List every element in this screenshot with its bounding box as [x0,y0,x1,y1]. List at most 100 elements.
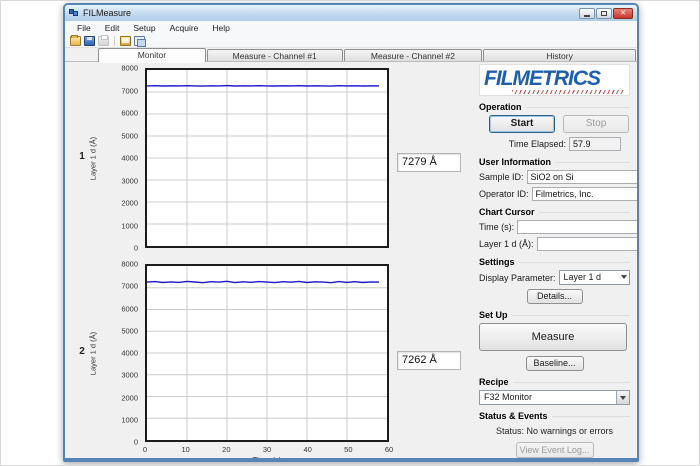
view-event-log-button[interactable]: View Event Log... [516,442,594,458]
y-tick-label: 8000 [121,260,138,269]
cursor-layer-label: Layer 1 d (Å): [479,239,537,249]
x-tick-label: 0 [143,445,147,454]
display-parameter-dropdown[interactable]: Layer 1 d [559,270,630,285]
menu-acquire[interactable]: Acquire [164,22,205,34]
data-series-line [147,86,379,87]
filmetrics-logo-text: FILMETRICS [484,67,625,91]
x-tick-label: 50 [344,445,352,454]
chart-2-x-axis-title: Time (s) [145,456,389,458]
tab-measure-channel-2[interactable]: Measure - Channel #2 [344,49,483,62]
status-events-header: Status & Events [479,411,630,421]
minimize-button[interactable] [579,8,595,19]
maximize-button[interactable] [596,8,612,19]
y-tick-label: 7000 [121,86,138,95]
app-icon [69,9,79,17]
y-tick-label: 4000 [121,349,138,358]
filmetrics-logo: FILMETRICS [479,64,630,96]
settings-header: Settings [479,257,630,267]
close-icon: ✕ [620,10,626,17]
chevron-down-icon [621,275,627,279]
save-icon[interactable] [84,36,95,46]
channel-1-readout: 7279 Å [397,153,461,172]
tab-measure-channel-1[interactable]: Measure - Channel #1 [207,49,343,62]
setup-header: Set Up [479,310,630,320]
time-elapsed-field [569,137,621,151]
y-tick-label: 8000 [121,64,138,73]
y-tick-label: 1000 [121,415,138,424]
y-tick-label: 6000 [121,304,138,313]
copy-screen-icon[interactable] [134,36,145,46]
y-tick-label: 5000 [121,326,138,335]
y-tick-label: 3000 [121,371,138,380]
recipe-header: Recipe [479,377,630,387]
y-tick-label: 3000 [121,176,138,185]
print-icon[interactable] [98,36,109,46]
tab-history[interactable]: History [483,49,636,62]
chart-2-x-tick-labels: 0102030405060 [145,445,389,454]
window-title: FILMeasure [83,8,579,18]
y-tick-label: 6000 [121,109,138,118]
open-file-icon[interactable] [70,36,81,46]
tool-bar [65,34,637,48]
y-tick-label: 2000 [121,199,138,208]
operation-header: Operation [479,102,630,112]
y-tick-label: 4000 [121,154,138,163]
chart-2-plot[interactable] [145,264,389,442]
menu-edit[interactable]: Edit [99,22,126,34]
y-tick-label: 7000 [121,282,138,291]
menu-help[interactable]: Help [206,22,235,34]
x-tick-label: 60 [385,445,393,454]
cursor-layer-field [537,237,637,251]
control-panel: FILMETRICS Operation Start Stop Time Ela… [471,62,637,458]
tab-monitor[interactable]: Monitor [98,48,206,62]
tab-strip: Monitor Measure - Channel #1 Measure - C… [65,48,637,62]
menu-setup[interactable]: Setup [127,22,161,34]
measure-button[interactable]: Measure [479,323,627,351]
maximize-icon [601,11,607,16]
recipe-dropdown-arrow-icon[interactable] [616,391,629,404]
details-button[interactable]: Details... [527,289,583,304]
chart-2-y-axis-title: Layer 1 d (Å) [89,314,98,394]
y-tick-label: 2000 [121,393,138,402]
screenshot-frame: FILMeasure ✕ File Edit Setup Acquire Hel… [0,0,700,466]
recipe-value: F32 Monitor [484,392,532,402]
y-tick-label: 5000 [121,131,138,140]
data-series-line [147,281,379,282]
minimize-icon [584,15,590,17]
status-text: Status: No warnings or errors [479,426,630,436]
chart-cursor-header: Chart Cursor [479,207,630,217]
y-tick-label: 1000 [121,221,138,230]
charts-area: 1 Layer 1 d (Å) 010002000300040005000600… [65,62,469,458]
operator-id-label: Operator ID: [479,189,532,199]
time-elapsed-label: Time Elapsed: [507,139,569,149]
start-button[interactable]: Start [489,115,555,133]
baseline-button[interactable]: Baseline... [526,356,584,371]
monitor-tab-content: 1 Layer 1 d (Å) 010002000300040005000600… [65,62,637,458]
x-tick-label: 10 [181,445,189,454]
toolbar-separator [114,36,115,46]
y-tick-label: 0 [134,244,138,253]
channel-2-label: 2 [75,346,89,357]
operator-id-input[interactable] [532,187,637,201]
chart-1-y-axis-title: Layer 1 d (Å) [89,119,98,199]
y-tick-label: 0 [134,438,138,447]
menu-file[interactable]: File [71,22,97,34]
user-information-header: User Information [479,157,630,167]
chart-1-plot[interactable] [145,68,389,248]
cursor-time-label: Time (s): [479,222,517,232]
screen-settings-icon[interactable] [120,36,131,46]
menu-bar: File Edit Setup Acquire Help [65,21,637,34]
app-window: FILMeasure ✕ File Edit Setup Acquire Hel… [63,3,639,462]
title-bar[interactable]: FILMeasure ✕ [65,5,637,21]
chart-2-y-tick-labels: 010002000300040005000600070008000 [105,264,142,442]
x-tick-label: 40 [303,445,311,454]
stop-button[interactable]: Stop [563,115,629,133]
channel-1-label: 1 [75,151,89,162]
recipe-dropdown[interactable]: F32 Monitor [479,390,630,405]
sample-id-input[interactable] [527,170,637,184]
display-parameter-value: Layer 1 d [564,272,602,282]
chart-1-y-tick-labels: 010002000300040005000600070008000 [105,68,142,248]
x-tick-label: 20 [222,445,230,454]
channel-2-readout: 7262 Å [397,351,461,370]
close-button[interactable]: ✕ [613,8,633,19]
